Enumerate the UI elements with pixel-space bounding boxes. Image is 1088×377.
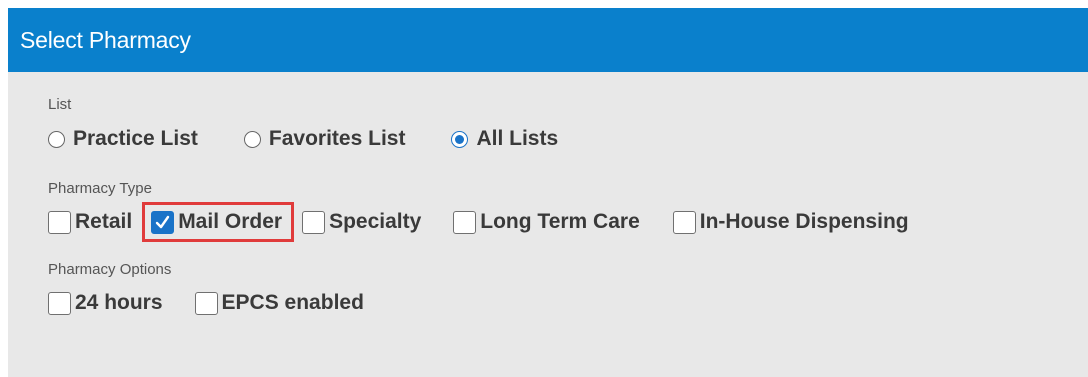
checkbox-box-checked[interactable] [151,210,175,234]
pharmacy-type-section-label: Pharmacy Type [48,180,152,197]
pharmacy-type-checkbox-group: Retail Mail Order Specialty Long Term Ca… [48,202,909,242]
checkbox-box[interactable] [194,291,218,315]
radio-all-lists[interactable]: All Lists [451,127,558,151]
select-pharmacy-dialog: Select Pharmacy List Practice List Favor… [8,8,1088,377]
checkbox-box[interactable] [302,210,326,234]
checkmark-icon [155,215,170,228]
radio-favorites-list[interactable]: Favorites List [243,127,405,151]
radio-button[interactable] [48,130,65,148]
list-radio-group: Practice List Favorites List All Lists [48,127,604,151]
dialog-header: Select Pharmacy [8,8,1088,72]
checkbox-specialty[interactable]: Specialty [302,210,421,234]
checkbox-box[interactable] [48,291,71,315]
checkbox-epcs-enabled[interactable]: EPCS enabled [194,291,364,315]
checkbox-box[interactable] [48,210,71,234]
checkbox-box[interactable] [453,210,477,234]
checkbox-24-hours[interactable]: 24 hours [48,291,163,315]
checkbox-box[interactable] [672,210,696,234]
checkbox-mail-order[interactable]: Mail Order [142,202,295,242]
radio-practice-list[interactable]: Practice List [48,127,198,151]
checkbox-in-house-dispensing[interactable]: In-House Dispensing [672,210,909,234]
checkbox-long-term-care[interactable]: Long Term Care [453,210,640,234]
radio-button[interactable] [243,130,261,148]
pharmacy-options-checkbox-group: 24 hours EPCS enabled [48,291,364,315]
checkbox-retail[interactable]: Retail [48,210,132,234]
list-section-label: List [48,96,72,113]
radio-button-selected[interactable] [451,130,469,148]
dialog-title: Select Pharmacy [20,26,191,53]
pharmacy-options-section-label: Pharmacy Options [48,261,172,278]
